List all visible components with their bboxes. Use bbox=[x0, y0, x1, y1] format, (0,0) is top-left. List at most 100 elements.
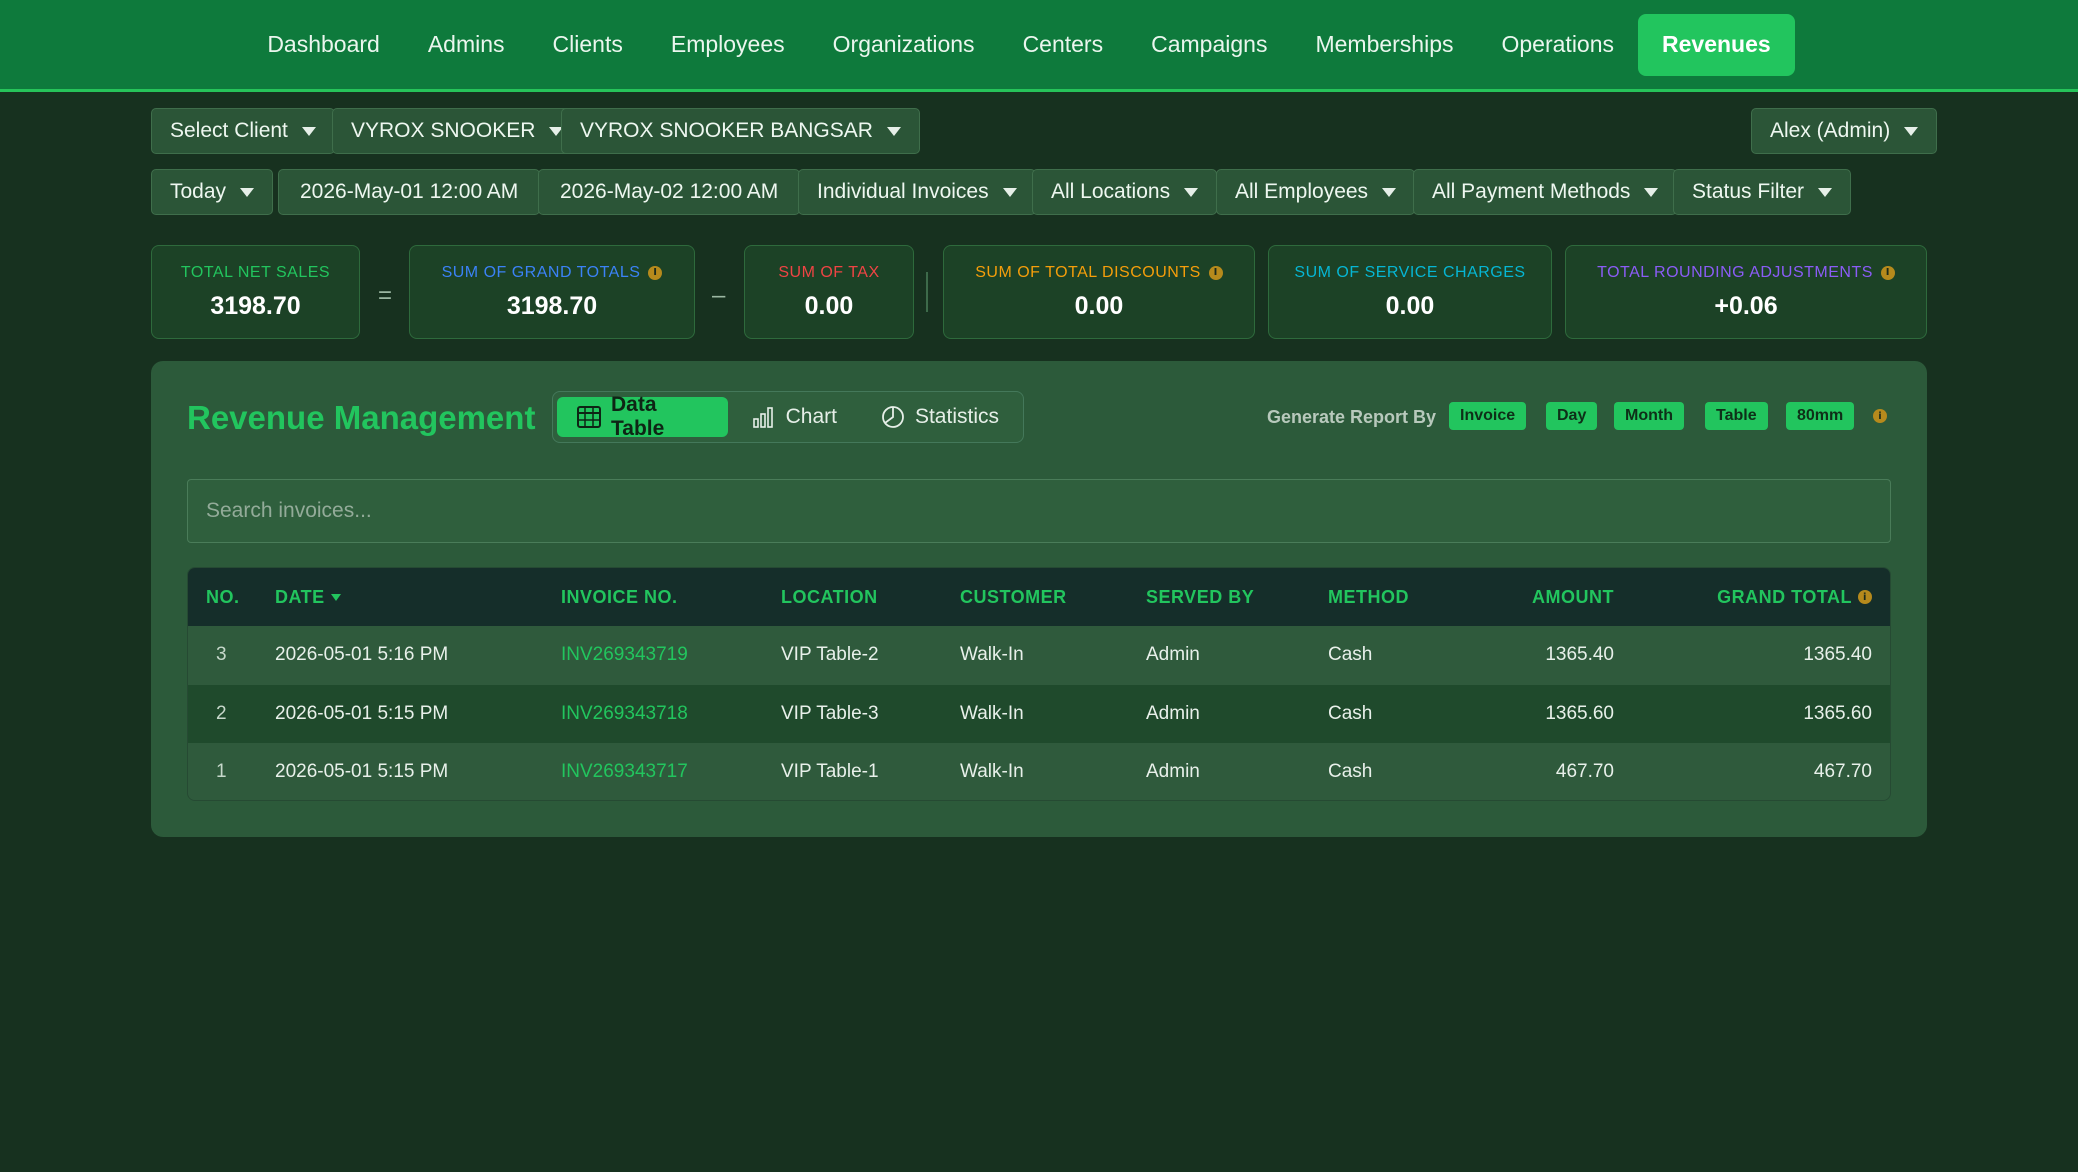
pie-chart-icon bbox=[881, 405, 905, 429]
minus-operator: – bbox=[712, 282, 726, 309]
nav-item-clients[interactable]: Clients bbox=[529, 14, 647, 76]
cell-served-by: Admin bbox=[1146, 644, 1200, 666]
report-by-month-button[interactable]: Month bbox=[1614, 402, 1684, 430]
table-row[interactable]: 2 2026-05-01 5:15 PM INV269343718 VIP Ta… bbox=[188, 684, 1890, 744]
cell-served-by: Admin bbox=[1146, 702, 1200, 724]
nav-item-employees[interactable]: Employees bbox=[647, 14, 809, 76]
page-title: Revenue Management bbox=[187, 399, 536, 436]
cell-served-by: Admin bbox=[1146, 761, 1200, 783]
table-row[interactable]: 1 2026-05-01 5:15 PM INV269343717 VIP Ta… bbox=[188, 743, 1890, 800]
col-method[interactable]: METHOD bbox=[1328, 587, 1409, 608]
cell-date: 2026-05-01 5:15 PM bbox=[275, 702, 449, 724]
info-icon[interactable]: i bbox=[1880, 265, 1895, 280]
nav-item-admins[interactable]: Admins bbox=[404, 14, 529, 76]
end-date-input[interactable]: 2026-May-02 12:00 AM bbox=[538, 169, 801, 215]
col-grand-total[interactable]: GRAND TOTAL i bbox=[1717, 587, 1872, 608]
cell-location: VIP Table-2 bbox=[781, 644, 879, 666]
divider bbox=[926, 272, 928, 312]
info-icon[interactable]: i bbox=[1873, 409, 1887, 423]
tab-label: Data Table bbox=[611, 393, 665, 440]
report-by-invoice-button[interactable]: Invoice bbox=[1449, 402, 1527, 430]
col-location[interactable]: LOCATION bbox=[781, 587, 878, 608]
payment-methods-label: All Payment Methods bbox=[1432, 180, 1631, 203]
cell-date: 2026-05-01 5:16 PM bbox=[275, 644, 449, 666]
status-filter-label: Status Filter bbox=[1692, 180, 1805, 203]
nav-item-centers[interactable]: Centers bbox=[999, 14, 1128, 76]
chevron-down-icon bbox=[1904, 126, 1919, 136]
status-filter-select[interactable]: Status Filter bbox=[1673, 169, 1852, 215]
nav-item-revenues[interactable]: Revenues bbox=[1638, 13, 1795, 76]
chevron-down-icon bbox=[301, 126, 316, 136]
invoice-link[interactable]: INV269343717 bbox=[561, 761, 688, 783]
nav-item-campaigns[interactable]: Campaigns bbox=[1127, 14, 1291, 76]
view-tabs: Data Table Chart Statistics bbox=[552, 391, 1024, 443]
table-row[interactable]: 3 2026-05-01 5:16 PM INV269343719 VIP Ta… bbox=[188, 626, 1890, 685]
cell-method: Cash bbox=[1328, 761, 1373, 783]
info-icon[interactable]: i bbox=[648, 265, 663, 280]
cell-customer: Walk-In bbox=[960, 702, 1024, 724]
equals-operator: = bbox=[378, 282, 393, 309]
stat-label: SUM OF SERVICE CHARGES bbox=[1294, 263, 1526, 281]
nav-item-memberships[interactable]: Memberships bbox=[1291, 14, 1477, 76]
cell-grand-total: 467.70 bbox=[1813, 761, 1872, 783]
locations-label: All Locations bbox=[1051, 180, 1171, 203]
invoice-link[interactable]: INV269343719 bbox=[561, 644, 688, 666]
chevron-down-icon bbox=[886, 126, 901, 136]
organization-select[interactable]: VYROX SNOOKER bbox=[332, 108, 583, 154]
stat-value: 0.00 bbox=[804, 291, 854, 320]
table-body: 3 2026-05-01 5:16 PM INV269343719 VIP Ta… bbox=[188, 626, 1890, 800]
stat-label: SUM OF TAX bbox=[778, 263, 880, 281]
tab-chart[interactable]: Chart bbox=[732, 397, 857, 437]
col-no[interactable]: NO. bbox=[206, 587, 240, 608]
stat-label: SUM OF GRAND TOTALS i bbox=[442, 264, 663, 282]
chevron-down-icon bbox=[1644, 187, 1659, 197]
chevron-down-icon bbox=[240, 187, 255, 197]
stat-label: TOTAL NET SALES bbox=[180, 263, 331, 281]
user-menu[interactable]: Alex (Admin) bbox=[1751, 108, 1938, 154]
client-select[interactable]: Select Client bbox=[151, 108, 335, 154]
top-navigation: Dashboard Admins Clients Employees Organ… bbox=[0, 0, 2078, 92]
stat-value: +0.06 bbox=[1714, 291, 1778, 320]
chevron-down-icon bbox=[1002, 187, 1017, 197]
info-icon[interactable]: i bbox=[1208, 265, 1223, 280]
date-range-select[interactable]: Today bbox=[151, 169, 274, 215]
cell-method: Cash bbox=[1328, 644, 1373, 666]
tab-label: Chart bbox=[785, 405, 837, 428]
table-header: NO. DATE INVOICE NO. LOCATION CUSTOMER S… bbox=[188, 568, 1890, 626]
stat-label: TOTAL ROUNDING ADJUSTMENTS i bbox=[1597, 264, 1895, 282]
col-invoice[interactable]: INVOICE NO. bbox=[561, 587, 678, 608]
employees-label: All Employees bbox=[1235, 180, 1369, 203]
cell-customer: Walk-In bbox=[960, 644, 1024, 666]
col-customer[interactable]: CUSTOMER bbox=[960, 587, 1067, 608]
user-menu-label: Alex (Admin) bbox=[1770, 119, 1891, 142]
report-by-day-button[interactable]: Day bbox=[1546, 402, 1598, 430]
cell-amount: 1365.60 bbox=[1545, 702, 1614, 724]
col-date[interactable]: DATE bbox=[275, 587, 341, 608]
report-by-table-button[interactable]: Table bbox=[1705, 402, 1768, 430]
col-amount[interactable]: AMOUNT bbox=[1532, 587, 1614, 608]
col-served-by[interactable]: SERVED BY bbox=[1146, 587, 1254, 608]
nav-item-operations[interactable]: Operations bbox=[1478, 14, 1639, 76]
cell-no: 2 bbox=[216, 702, 227, 724]
chevron-down-icon bbox=[1818, 187, 1833, 197]
chevron-down-icon bbox=[1184, 187, 1199, 197]
invoice-mode-label: Individual Invoices bbox=[817, 180, 989, 203]
locations-select[interactable]: All Locations bbox=[1032, 169, 1218, 215]
start-date-input[interactable]: 2026-May-01 12:00 AM bbox=[278, 169, 541, 215]
center-select[interactable]: VYROX SNOOKER BANGSAR bbox=[561, 108, 920, 154]
report-80mm-button[interactable]: 80mm bbox=[1786, 402, 1855, 430]
stat-value: 0.00 bbox=[1074, 291, 1124, 320]
tab-data-table[interactable]: Data Table bbox=[557, 393, 728, 440]
invoice-link[interactable]: INV269343718 bbox=[561, 703, 688, 725]
invoice-mode-select[interactable]: Individual Invoices bbox=[798, 169, 1036, 215]
cell-no: 3 bbox=[216, 644, 227, 666]
payment-methods-select[interactable]: All Payment Methods bbox=[1413, 169, 1678, 215]
nav-item-dashboard[interactable]: Dashboard bbox=[243, 14, 404, 76]
search-input[interactable] bbox=[187, 479, 1891, 543]
chevron-down-icon bbox=[1382, 187, 1397, 197]
nav-item-organizations[interactable]: Organizations bbox=[809, 14, 999, 76]
tab-statistics[interactable]: Statistics bbox=[861, 397, 1019, 437]
cell-grand-total: 1365.40 bbox=[1803, 644, 1872, 666]
info-icon[interactable]: i bbox=[1858, 590, 1872, 604]
employees-select[interactable]: All Employees bbox=[1216, 169, 1416, 215]
